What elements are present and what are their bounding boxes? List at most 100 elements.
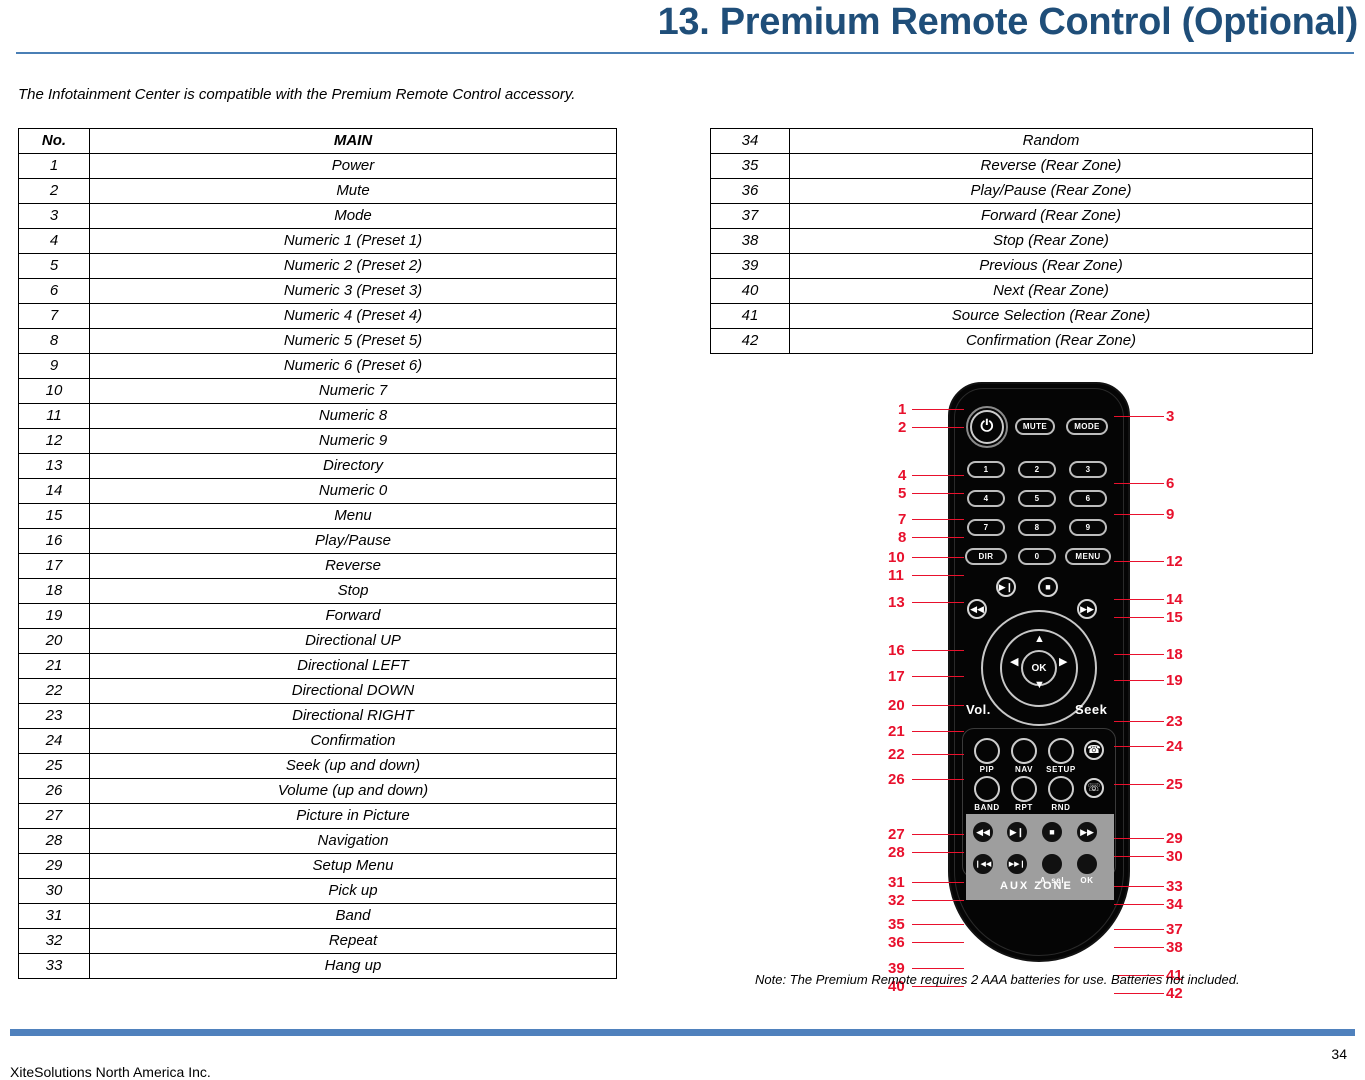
table-row: 13 Directory (18, 453, 617, 479)
cell-number: 16 (18, 528, 90, 554)
cell-number: 32 (18, 928, 90, 954)
forward-button[interactable]: ▶▶ (1077, 599, 1097, 619)
callout-leader-36 (912, 942, 964, 943)
cell-function: Next (Rear Zone) (789, 278, 1313, 304)
callout-leader-21 (912, 731, 964, 732)
aux-next-button[interactable]: ▶▶❙ (1007, 854, 1027, 874)
callout-number-14: 14 (1166, 591, 1183, 608)
callout-number-21: 21 (888, 723, 905, 740)
hang-up-phone-icon[interactable]: ☏ (1084, 778, 1104, 798)
cell-number: 20 (18, 628, 90, 654)
directional-right-arrow-icon[interactable]: ▶ (1059, 657, 1067, 668)
callout-number-1: 1 (898, 401, 907, 418)
callout-leader-19 (1114, 680, 1164, 681)
battery-note: Note: The Premium Remote requires 2 AAA … (755, 972, 1240, 987)
callout-number-25: 25 (1166, 776, 1183, 793)
numeric-4-button[interactable]: 4 (967, 490, 1005, 507)
table-row: 35 Reverse (Rear Zone) (710, 153, 1313, 179)
callout-number-33: 33 (1166, 878, 1183, 895)
rpt-label: RPT (1015, 803, 1033, 812)
callout-number-8: 8 (898, 529, 907, 546)
table-row: 12 Numeric 9 (18, 428, 617, 454)
callout-leader-5 (912, 493, 964, 494)
numeric-6-button[interactable]: 6 (1069, 490, 1107, 507)
callout-number-30: 30 (1166, 848, 1183, 865)
aux-zone-title: AUX ZONE (1000, 880, 1073, 892)
table-row: 11 Numeric 8 (18, 403, 617, 429)
repeat-button[interactable] (1011, 776, 1037, 802)
mode-button[interactable]: MODE (1066, 418, 1108, 435)
aux-play-pause-button[interactable]: ▶❙ (1007, 822, 1027, 842)
cell-number: 7 (18, 303, 90, 329)
cell-function: Setup Menu (89, 853, 617, 879)
callout-number-10: 10 (888, 549, 905, 566)
cell-function: Pick up (89, 878, 617, 904)
callout-number-2: 2 (898, 419, 907, 436)
cell-number: 34 (710, 128, 790, 154)
table-row: 23 Directional RIGHT (18, 703, 617, 729)
cell-number: 4 (18, 228, 90, 254)
band-button[interactable] (974, 776, 1000, 802)
numeric-1-button[interactable]: 1 (967, 461, 1005, 478)
table-row: 9 Numeric 6 (Preset 6) (18, 353, 617, 379)
table-row: 6 Numeric 3 (Preset 3) (18, 278, 617, 304)
cell-number: 23 (18, 703, 90, 729)
cell-function: Play/Pause (Rear Zone) (789, 178, 1313, 204)
numeric-0-button[interactable]: 0 (1018, 548, 1056, 565)
cell-number: 27 (18, 803, 90, 829)
navigation-button[interactable] (1011, 738, 1037, 764)
aux-forward-button[interactable]: ▶▶ (1077, 822, 1097, 842)
aux-reverse-button[interactable]: ◀◀ (973, 822, 993, 842)
cell-function: Previous (Rear Zone) (789, 253, 1313, 279)
callout-number-4: 4 (898, 467, 907, 484)
table-row: 38 Stop (Rear Zone) (710, 228, 1313, 254)
numeric-8-button[interactable]: 8 (1018, 519, 1056, 536)
power-button[interactable]: ⏻ (970, 410, 1004, 444)
callout-leader-8 (912, 537, 964, 538)
directional-left-arrow-icon[interactable]: ◀ (1010, 657, 1018, 668)
cell-function: Source Selection (Rear Zone) (789, 303, 1313, 329)
setup-menu-button[interactable] (1048, 738, 1074, 764)
callout-number-16: 16 (888, 642, 905, 659)
cell-number: 2 (18, 178, 90, 204)
table-row: 27 Picture in Picture (18, 803, 617, 829)
aux-stop-button[interactable]: ■ (1042, 822, 1062, 842)
cell-function: Numeric 1 (Preset 1) (89, 228, 617, 254)
cell-number: 35 (710, 153, 790, 179)
menu-button[interactable]: MENU (1065, 548, 1111, 565)
aux-source-selection-button[interactable] (1042, 854, 1062, 874)
numeric-9-button[interactable]: 9 (1069, 519, 1107, 536)
table-row: 5 Numeric 2 (Preset 2) (18, 253, 617, 279)
pick-up-phone-icon[interactable]: ☎ (1084, 740, 1104, 760)
callout-number-15: 15 (1166, 609, 1183, 626)
table-row: 40 Next (Rear Zone) (710, 278, 1313, 304)
cell-number: 18 (18, 578, 90, 604)
reverse-button[interactable]: ◀◀ (967, 599, 987, 619)
directory-button[interactable]: DIR (965, 548, 1007, 565)
table-row: 36 Play/Pause (Rear Zone) (710, 178, 1313, 204)
cell-number: 26 (18, 778, 90, 804)
random-button[interactable] (1048, 776, 1074, 802)
mute-button[interactable]: MUTE (1015, 418, 1055, 435)
directional-down-arrow-icon[interactable]: ▼ (1034, 680, 1045, 691)
numeric-3-button[interactable]: 3 (1069, 461, 1107, 478)
intro-text: The Infotainment Center is compatible wi… (18, 86, 576, 103)
numeric-7-button[interactable]: 7 (967, 519, 1005, 536)
pip-button[interactable] (974, 738, 1000, 764)
directional-up-arrow-icon[interactable]: ▲ (1034, 634, 1045, 645)
callout-number-22: 22 (888, 746, 905, 763)
numeric-2-button[interactable]: 2 (1018, 461, 1056, 478)
callout-leader-22 (912, 754, 964, 755)
cell-function: Numeric 9 (89, 428, 617, 454)
cell-number: 41 (710, 303, 790, 329)
numeric-5-button[interactable]: 5 (1018, 490, 1056, 507)
seek-label: Seek (1075, 702, 1108, 717)
volume-label: Vol. (966, 702, 991, 717)
cell-function: Menu (89, 503, 617, 529)
cell-number: 6 (18, 278, 90, 304)
stop-button[interactable]: ■ (1038, 577, 1058, 597)
callout-number-38: 38 (1166, 939, 1183, 956)
play-pause-button[interactable]: ▶❙ (996, 577, 1016, 597)
aux-previous-button[interactable]: ❙◀◀ (973, 854, 993, 874)
aux-confirmation-button[interactable] (1077, 854, 1097, 874)
